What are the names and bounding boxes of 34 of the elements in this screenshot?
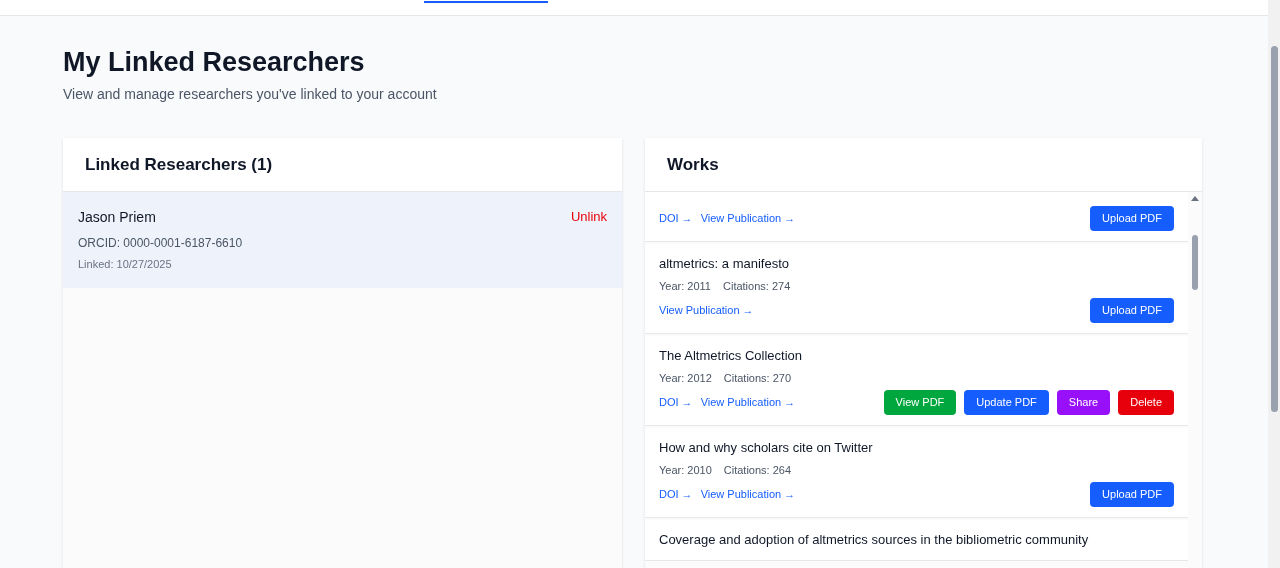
panel-title: Linked Researchers (1) — [85, 153, 273, 176]
page-subtitle: View and manage researchers you've linked to your account — [63, 85, 438, 104]
work-link[interactable]: DOI → — [659, 394, 693, 411]
work-link[interactable]: View Publication → — [700, 210, 796, 227]
panel-title: Works — [667, 153, 719, 176]
linked-date: Linked: 10/27/2025 — [78, 257, 173, 272]
work-citations: Citations: 270 — [723, 370, 792, 386]
work-citations: Citations: 274 — [723, 278, 791, 294]
pdf-button[interactable]: Upload PDF — [1090, 482, 1174, 507]
pdf-button[interactable]: Delete — [1118, 390, 1174, 415]
pdf-button[interactable]: Share — [1056, 390, 1111, 415]
page-title: My Linked Researchers — [63, 46, 366, 78]
researcher-orcid: ORCID: 0000-0001-6187-6610 — [78, 235, 243, 252]
work-year: Year: 2012 — [659, 370, 712, 386]
work-year: Year: 2011 — [659, 278, 711, 294]
page-scrollbar[interactable] — [1268, 0, 1280, 568]
pdf-button[interactable]: Upload PDF — [1090, 206, 1174, 231]
work-title: altmetrics: a manifesto — [659, 254, 791, 273]
work-link[interactable]: DOI → — [659, 210, 693, 227]
researcher-name: Jason Priem — [78, 208, 157, 227]
researcher-item[interactable]: Jason Priem ORCID: 0000-0001-6187-6610 Linked: 10/27/2025 Unlink — [63, 192, 622, 288]
work-title: Coverage and adoption of altmetrics sources in the bibliometric community — [659, 530, 1090, 549]
work-title: How and why scholars cite on Twitter — [659, 438, 874, 457]
work-title: The Altmetrics Collection — [659, 346, 804, 365]
pdf-button[interactable]: View PDF — [883, 390, 957, 415]
work-year: Year: 2010 — [659, 462, 712, 478]
pdf-button[interactable]: Upload PDF — [1090, 298, 1174, 323]
work-link[interactable]: View Publication → — [700, 394, 796, 411]
work-link[interactable]: DOI → — [659, 486, 693, 503]
work-link[interactable]: View Publication → — [659, 302, 754, 319]
pdf-button[interactable]: Update PDF — [964, 390, 1049, 415]
work-citations: Citations: 264 — [723, 462, 792, 478]
unlink-button[interactable]: Unlink — [570, 207, 607, 227]
work-link[interactable]: View Publication → — [700, 486, 796, 503]
